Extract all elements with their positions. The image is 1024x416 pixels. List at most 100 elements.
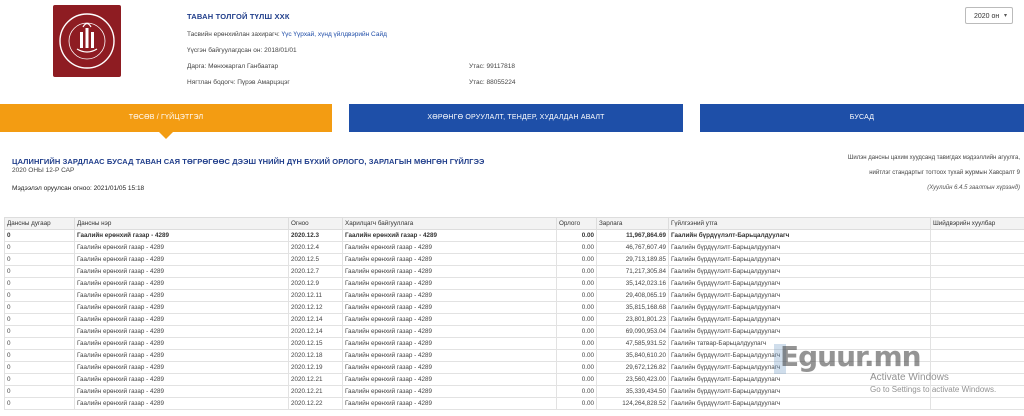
cell-account-name: Гаалийн ерөнхий газар - 4289: [74, 397, 289, 410]
cell-account-name: Гаалийн ерөнхий газар - 4289: [74, 253, 289, 266]
accountant-value: Пүрэв Амарцэцэг: [237, 79, 290, 86]
cell-decision-copy[interactable]: [930, 265, 1024, 278]
cell-date: 2020.12.9: [288, 277, 343, 290]
cell-account-name: Гаалийн ерөнхий газар - 4289: [74, 241, 289, 254]
cell-expense: 23,560,423.00: [596, 373, 669, 386]
cell-decision-copy[interactable]: [930, 301, 1024, 314]
phone-label: Утас:: [469, 79, 485, 86]
cell-account-name: Гаалийн ерөнхий газар - 4289: [74, 313, 289, 326]
cell-date: 2020.12.21: [288, 373, 343, 386]
cell-purpose: Гаалийн бүрдүүлэлт-Барьцалдуулагч: [668, 241, 931, 254]
cell-date: 2020.12.19: [288, 361, 343, 374]
report-period: 2020 ОНЫ 12-Р САР: [12, 167, 75, 174]
cell-expense: 47,585,931.52: [596, 337, 669, 350]
cell-purpose: Гаалийн бүрдүүлэлт-Барьцалдуулагч: [668, 313, 931, 326]
cell-income: 0.00: [556, 277, 597, 290]
cell-account-number: 0: [4, 361, 75, 374]
cell-date: 2020.12.18: [288, 349, 343, 362]
cell-account-number: 0: [4, 241, 75, 254]
cell-income: 0.00: [556, 361, 597, 374]
cell-decision-copy[interactable]: [930, 241, 1024, 254]
cell-date: 2020.12.3: [288, 229, 343, 242]
col-purpose[interactable]: Гүйлгээний утга: [668, 217, 931, 230]
tab-budget[interactable]: ТӨСӨВ / ГҮЙЦЭТГЭЛ: [0, 104, 332, 139]
cell-decision-copy[interactable]: [930, 325, 1024, 338]
cell-decision-copy[interactable]: [930, 313, 1024, 326]
cell-date: 2020.12.14: [288, 313, 343, 326]
cell-income: 0.00: [556, 301, 597, 314]
cell-purpose: Гаалийн бүрдүүлэлт-Барьцалдуулагч: [668, 325, 931, 338]
report-title: ЦАЛИНГИЙН ЗАРДЛААС БУСАД ТАВАН САЯ ТӨГРӨ…: [12, 157, 485, 166]
col-account-number[interactable]: Дансны дугаар: [4, 217, 75, 230]
table-row[interactable]: 0 Гаалийн ерөнхий газар - 4289 2020.12.11 Г…: [4, 289, 1024, 302]
cell-purpose: Гаалийн бүрдүүлэлт-Барьцалдуулагч: [668, 277, 931, 290]
cell-counterparty: Гаалийн ерөнхий газар - 4289: [342, 313, 557, 326]
table-row[interactable]: 0 Гаалийн ерөнхий газар - 4289 2020.12.9 Га…: [4, 277, 1024, 290]
cell-account-number: 0: [4, 301, 75, 314]
accountant-phone-row: Утас: 88055224: [469, 79, 515, 86]
cell-date: 2020.12.22: [288, 397, 343, 410]
col-decision-copy[interactable]: Шийдвэрийн хуулбар: [930, 217, 1024, 230]
cell-account-name: Гаалийн ерөнхий газар - 4289: [74, 277, 289, 290]
cell-account-name: Гаалийн ерөнхий газар - 4289: [74, 373, 289, 386]
tab-investment-tender[interactable]: ХӨРӨНГӨ ОРУУЛАЛТ, ТЕНДЕР, ХУДАЛДАН АВАЛТ: [349, 104, 683, 132]
accountant-label: Нягтлан бодогч:: [187, 79, 236, 86]
regulation-note-3: (Хуулийн 6.4.5 заалтын хүрээнд): [927, 185, 1020, 191]
cell-account-number: 0: [4, 289, 75, 302]
col-account-name[interactable]: Дансны нэр: [74, 217, 289, 230]
col-counterparty[interactable]: Харилцагч байгууллага: [342, 217, 557, 230]
cell-account-name: Гаалийн ерөнхий газар - 4289: [74, 265, 289, 278]
cell-expense: 35,339,434.50: [596, 385, 669, 398]
table-row[interactable]: 0 Гаалийн ерөнхий газар - 4289 2020.12.4 Га…: [4, 241, 1024, 254]
cell-income: 0.00: [556, 229, 597, 242]
cell-income: 0.00: [556, 253, 597, 266]
cell-purpose: Гаалийн бүрдүүлэлт-Барьцалдуулагч: [668, 265, 931, 278]
table-row[interactable]: 0 Гаалийн ерөнхий газар - 4289 2020.12.14 Г…: [4, 313, 1024, 326]
col-date[interactable]: Огноо: [288, 217, 343, 230]
cell-decision-copy[interactable]: [930, 277, 1024, 290]
main-tabs: ТӨСӨВ / ГҮЙЦЭТГЭЛ ХӨРӨНГӨ ОРУУЛАЛТ, ТЕНД…: [0, 104, 1024, 139]
table-row[interactable]: 0 Гаалийн ерөнхий газар - 4289 2020.12.14 Г…: [4, 325, 1024, 338]
cell-income: 0.00: [556, 397, 597, 410]
org-title: ТАВАН ТОЛГОЙ ТҮЛШ ХХК: [187, 12, 290, 21]
cell-purpose: Гаалийн бүрдүүлэлт-Барьцалдуулагч: [668, 301, 931, 314]
cell-account-name: Гаалийн ерөнхий газар - 4289: [74, 289, 289, 302]
cell-counterparty: Гаалийн ерөнхий газар - 4289: [342, 349, 557, 362]
cell-counterparty: Гаалийн ерөнхий газар - 4289: [342, 241, 557, 254]
cell-expense: 23,801,801.23: [596, 313, 669, 326]
cell-decision-copy[interactable]: [930, 289, 1024, 302]
cell-decision-copy[interactable]: [930, 229, 1024, 242]
report-updated: Мэдээлэл оруулсан огноо: 2021/01/05 15:1…: [12, 185, 145, 192]
phone-label: Утас:: [469, 63, 485, 70]
founded-label: Үүсгэн байгуулагдсан он:: [187, 47, 263, 54]
tab-other[interactable]: БУСАД: [700, 104, 1024, 132]
chevron-down-icon: ▾: [1003, 13, 1007, 19]
cell-income: 0.00: [556, 265, 597, 278]
cell-account-number: 0: [4, 325, 75, 338]
supervisor-row: Тасвийн ерөнхийлан захирагч: Үүс Үүрхай,…: [187, 31, 387, 38]
cell-account-name: Гаалийн ерөнхий газар - 4289: [74, 361, 289, 374]
cell-expense: 29,408,065.19: [596, 289, 669, 302]
table-row[interactable]: 0 Гаалийн ерөнхий газар - 4289 2020.12.5 Га…: [4, 253, 1024, 266]
cell-decision-copy[interactable]: [930, 253, 1024, 266]
cell-expense: 35,142,023.16: [596, 277, 669, 290]
director-label: Дарга:: [187, 63, 207, 70]
table-row[interactable]: 0 Гаалийн ерөнхий газар - 4289 2020.12.3 Га…: [4, 229, 1024, 242]
col-expense[interactable]: Зарлага: [596, 217, 669, 230]
director-row: Дарга: Мөнхжаргал Ганбаатар: [187, 63, 278, 70]
cell-decision-copy[interactable]: [930, 397, 1024, 410]
org-header: ТАВАН ТОЛГОЙ ТҮЛШ ХХК Тасвийн ерөнхийлан…: [0, 0, 1024, 92]
supervisor-label: Тасвийн ерөнхийлан захирагч:: [187, 31, 280, 38]
cell-income: 0.00: [556, 337, 597, 350]
supervisor-link[interactable]: Үүс Үүрхай, хүнд үйлдвэрийн Сайд: [282, 31, 387, 38]
phone-value: 88055224: [486, 79, 516, 86]
table-row[interactable]: 0 Гаалийн ерөнхий газар - 4289 2020.12.7 Га…: [4, 265, 1024, 278]
table-header-row: Дансны дугаар Дансны нэр Огноо Харилцагч…: [4, 217, 1024, 230]
cell-account-name: Гаалийн ерөнхий газар - 4289: [74, 325, 289, 338]
col-income[interactable]: Орлого: [556, 217, 597, 230]
year-select[interactable]: 2020 он ▾: [965, 7, 1013, 24]
table-row[interactable]: 0 Гаалийн ерөнхий газар - 4289 2020.12.12 Г…: [4, 301, 1024, 314]
director-phone-row: Утас: 99117818: [469, 63, 515, 70]
cell-expense: 69,090,953.04: [596, 325, 669, 338]
table-row[interactable]: 0 Гаалийн ерөнхий газар - 4289 2020.12.22 Г…: [4, 397, 1024, 410]
